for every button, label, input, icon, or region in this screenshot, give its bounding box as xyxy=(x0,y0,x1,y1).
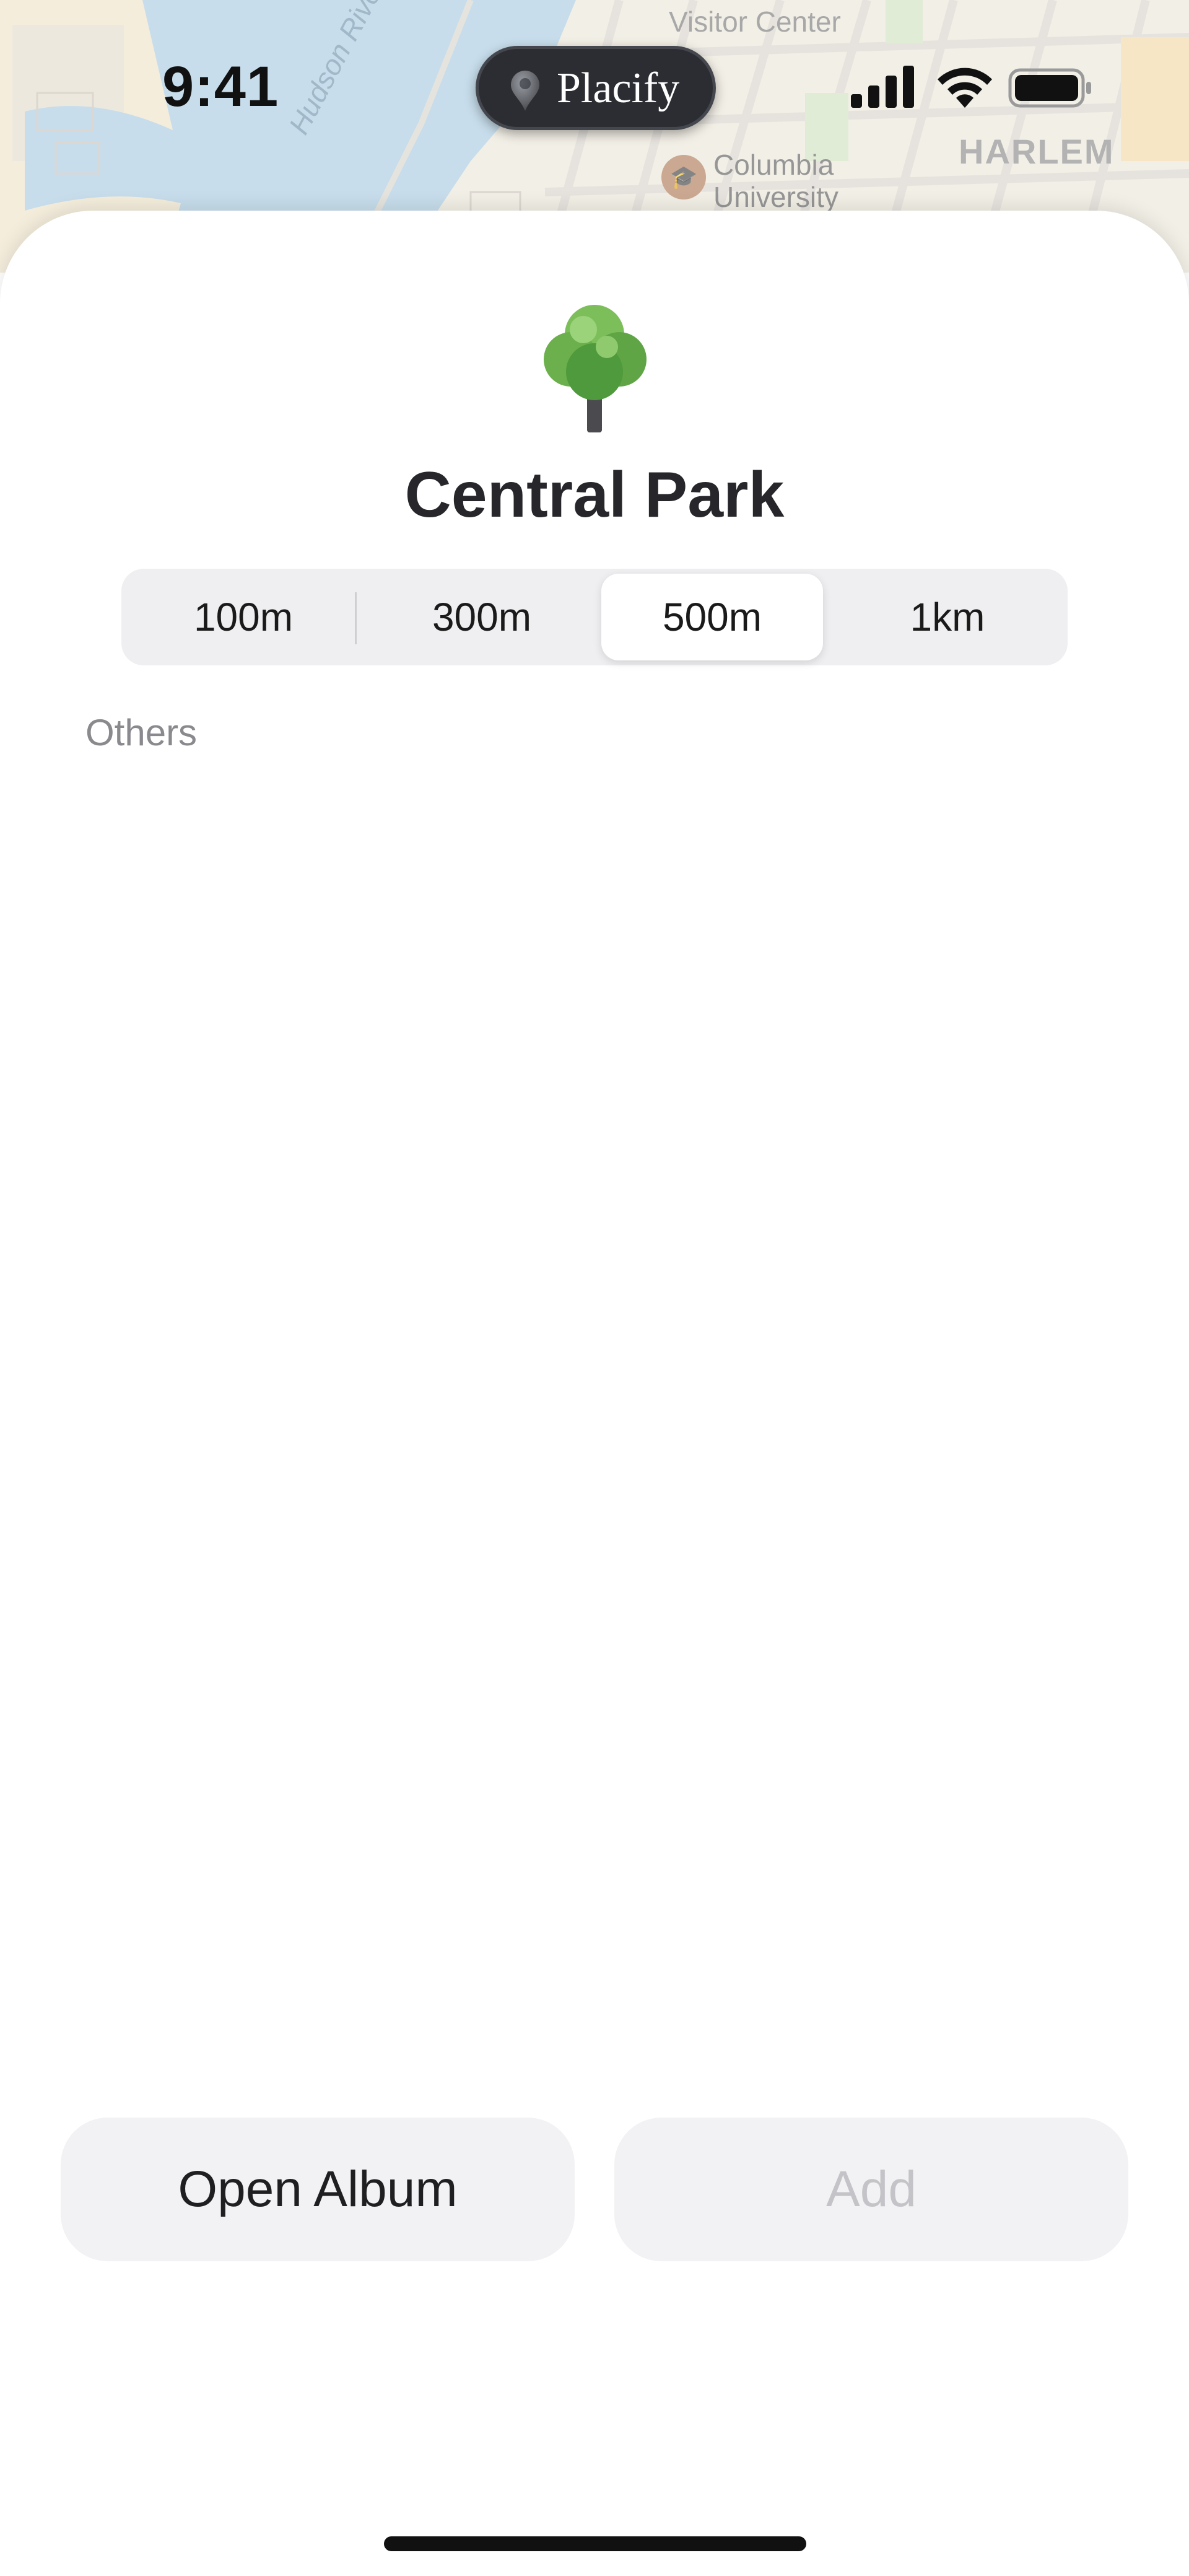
battery-icon xyxy=(1008,68,1091,108)
open-album-button[interactable]: Open Album xyxy=(61,2118,575,2261)
screen: Visitor Center Hudson River 🎓 Columbia U… xyxy=(0,0,1189,2576)
section-label-others: Others xyxy=(85,712,198,753)
segment-100m[interactable]: 100m xyxy=(133,574,354,660)
wifi-icon xyxy=(938,68,992,108)
home-indicator[interactable] xyxy=(384,2536,806,2551)
segment-500m[interactable]: 500m xyxy=(601,574,823,660)
deciduous-tree-emoji xyxy=(544,305,647,432)
segment-1km[interactable]: 1km xyxy=(837,574,1058,660)
segment-300m[interactable]: 300m xyxy=(371,574,593,660)
app-name: Placify xyxy=(557,64,680,112)
status-icons xyxy=(850,64,1092,109)
cellular-signal-icon xyxy=(851,66,914,108)
location-pin-icon xyxy=(511,71,539,111)
add-button[interactable]: Add xyxy=(614,2118,1128,2261)
segment-divider xyxy=(355,592,357,644)
dynamic-island[interactable]: Placify xyxy=(476,46,716,130)
radius-segmented-control[interactable]: 100m 300m 500m 1km xyxy=(121,569,1068,665)
status-time: 9:41 xyxy=(162,55,279,118)
place-title: Central Park xyxy=(404,459,785,531)
